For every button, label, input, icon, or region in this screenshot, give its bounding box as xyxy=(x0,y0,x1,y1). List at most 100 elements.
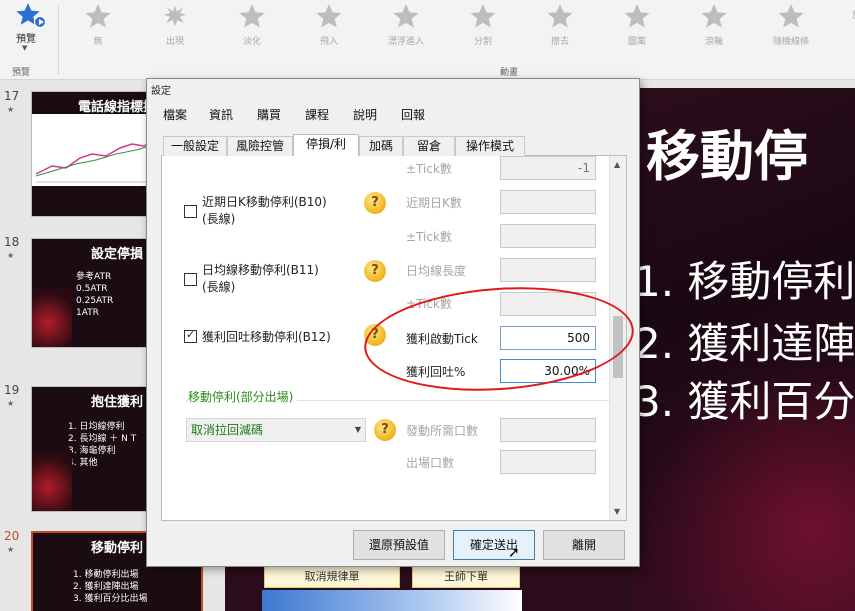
slide-number: 20 xyxy=(4,529,20,543)
slide-blue-shape xyxy=(262,590,522,611)
thumbnail-line: 2. 長均線 ＋ N T xyxy=(68,434,137,444)
tab-overnight[interactable]: 留倉 xyxy=(403,136,455,156)
thumbnail-line: 3. 獲利百分比出場 xyxy=(73,594,148,604)
star-icon xyxy=(316,4,342,28)
menu-course[interactable]: 課程 xyxy=(305,106,329,123)
b10-field1-label: 近期日K數 xyxy=(406,196,462,210)
confirm-button[interactable]: 確定送出 xyxy=(453,530,535,560)
b11-label: 日均線移動停利(B11) xyxy=(202,263,319,277)
preview-group-label: 預覽 xyxy=(12,68,31,78)
animation-label: 分割 xyxy=(473,37,492,47)
animation-label: 淡化 xyxy=(242,37,261,47)
chevron-down-icon: ▼ xyxy=(354,425,361,434)
animation-label: 隨機線條 xyxy=(772,37,809,47)
preview-label: 預覽 xyxy=(16,34,36,45)
animation-option[interactable]: 圖案 xyxy=(607,3,667,49)
thumbnail-lines: 參考ATR 0.5ATR 0.25ATR 1ATR xyxy=(76,271,113,319)
mouse-cursor-icon: ➚ xyxy=(508,545,520,561)
animation-label: 飛入 xyxy=(319,37,338,47)
star-icon xyxy=(470,4,496,28)
animation-option[interactable]: 飛入 xyxy=(299,3,359,49)
animation-star-icon: ★ xyxy=(7,545,15,554)
star-burst-icon xyxy=(163,5,187,27)
b11-field1[interactable] xyxy=(500,258,596,282)
slide-title: 移動停 xyxy=(646,125,808,188)
slide-number: 17 xyxy=(4,89,20,103)
slide-cancel-order-shape: 取消規律單 xyxy=(264,566,400,588)
animation-option[interactable]: 隨機線條 xyxy=(761,3,821,49)
help-icon[interactable]: ? xyxy=(374,419,396,441)
help-icon[interactable]: ? xyxy=(364,192,386,214)
scroll-up-icon[interactable]: ▲ xyxy=(614,160,620,169)
thumbnail-lines: 1. 移動停利出場 2. 獲利達陣出場 3. 獲利百分比出場 xyxy=(73,569,147,605)
slide-order-shape: 王師下單 xyxy=(412,566,520,588)
tab-risk[interactable]: 風險控管 xyxy=(227,136,293,156)
b12-label: 獲利回吐移動停利(B12) xyxy=(202,330,331,344)
slide-canvas[interactable]: 移動停 1. 移動停利 2. 獲利達陣 3. 獲利百分 xyxy=(632,88,855,611)
menu-buy[interactable]: 購買 xyxy=(257,106,281,123)
slide-number: 19 xyxy=(4,383,20,397)
section-title: 移動停利(部分出場) xyxy=(188,388,298,405)
slide-bullet: 1. 移動停利 xyxy=(634,257,855,306)
animation-option[interactable]: 分割 xyxy=(453,3,513,49)
star-icon xyxy=(393,4,419,28)
thumbnail-line: 3. 海龜停利 xyxy=(68,446,116,456)
slide-bullet: 2. 獲利達陣 xyxy=(634,319,855,368)
preview-button[interactable]: 預覽 ▼ xyxy=(6,2,46,54)
b10-label: 近期日K移動停利(B10) xyxy=(202,195,327,209)
animation-option[interactable]: 出現 xyxy=(145,3,205,49)
animation-star-icon: ★ xyxy=(7,251,15,260)
tab-stop-loss-profit[interactable]: 停損/利 xyxy=(293,134,359,157)
dialog-menubar: 檔案 資訊 購買 課程 說明 回報 xyxy=(147,103,639,125)
thumbnail-line: 1ATR xyxy=(76,308,99,318)
menu-file[interactable]: 檔案 xyxy=(163,106,187,123)
b11-sublabel: (長線) xyxy=(202,280,236,294)
thumbnail-line: 4. 其他 xyxy=(68,458,98,468)
ribbon: 預覽 ▼ 預覽 無出現淡化飛入漂浮進入分割擦去圖案滾輪隨機線條 動畫 放 xyxy=(0,0,855,80)
b11-checkbox[interactable] xyxy=(184,273,197,286)
b12-checkbox[interactable] xyxy=(184,328,197,343)
b10-field2[interactable] xyxy=(500,224,596,248)
animation-star-icon: ★ xyxy=(7,105,15,114)
restore-defaults-button[interactable]: 還原預設值 xyxy=(353,530,445,560)
b10-checkbox[interactable] xyxy=(184,205,197,218)
animation-option[interactable]: 滾輪 xyxy=(684,3,744,49)
ribbon-divider xyxy=(58,6,59,74)
thumbnail-line: 1. 日均線停利 xyxy=(68,422,125,432)
section-field2[interactable] xyxy=(500,450,596,474)
animation-option[interactable]: 無 xyxy=(68,3,128,49)
tick-top-field[interactable]: -1 xyxy=(500,156,596,180)
animation-star-icon: ★ xyxy=(7,399,15,408)
star-icon xyxy=(778,4,804,28)
animation-label: 圖案 xyxy=(627,37,646,47)
animation-option[interactable]: 淡化 xyxy=(222,3,282,49)
animation-label: 擦去 xyxy=(550,37,569,47)
tab-general[interactable]: 一般設定 xyxy=(163,136,227,156)
menu-help[interactable]: 說明 xyxy=(353,106,377,123)
animation-group-label: 動畫 xyxy=(500,68,519,78)
help-icon[interactable]: ? xyxy=(364,260,386,282)
thumbnail-lines: 1. 日均線停利 2. 長均線 ＋ N T 3. 海龜停利 4. 其他 xyxy=(68,421,136,469)
animation-label: 漂浮進入 xyxy=(387,37,424,47)
play-icon xyxy=(34,16,46,28)
animation-option[interactable]: 擦去 xyxy=(530,3,590,49)
close-button[interactable]: 離開 xyxy=(543,530,625,560)
section-field2-label: 出場口數 xyxy=(406,456,455,470)
menu-report[interactable]: 回報 xyxy=(401,106,425,123)
menu-info[interactable]: 資訊 xyxy=(209,106,233,123)
thumbnail-line: 2. 獲利達陣出場 xyxy=(73,582,139,592)
animation-label: 無 xyxy=(93,37,103,47)
animation-label: 滾輪 xyxy=(704,37,723,47)
tab-operation-mode[interactable]: 操作模式 xyxy=(455,136,525,156)
b10-field1[interactable] xyxy=(500,190,596,214)
scroll-down-icon[interactable]: ▼ xyxy=(614,507,620,516)
thumbnail-boxer-image xyxy=(32,451,72,511)
dialog-tabs: 一般設定 風險控管 停損/利 加碼 留倉 操作模式 xyxy=(161,134,627,157)
tab-add-position[interactable]: 加碼 xyxy=(359,136,403,156)
section-field1[interactable] xyxy=(500,418,596,442)
thumbnail-line: 0.25ATR xyxy=(76,296,114,306)
dropdown-value: 取消拉回減碼 xyxy=(191,423,264,437)
animation-option[interactable]: 漂浮進入 xyxy=(376,3,436,49)
reduce-mode-dropdown[interactable]: 取消拉回減碼 ▼ xyxy=(186,418,366,442)
slide-number: 18 xyxy=(4,235,20,249)
